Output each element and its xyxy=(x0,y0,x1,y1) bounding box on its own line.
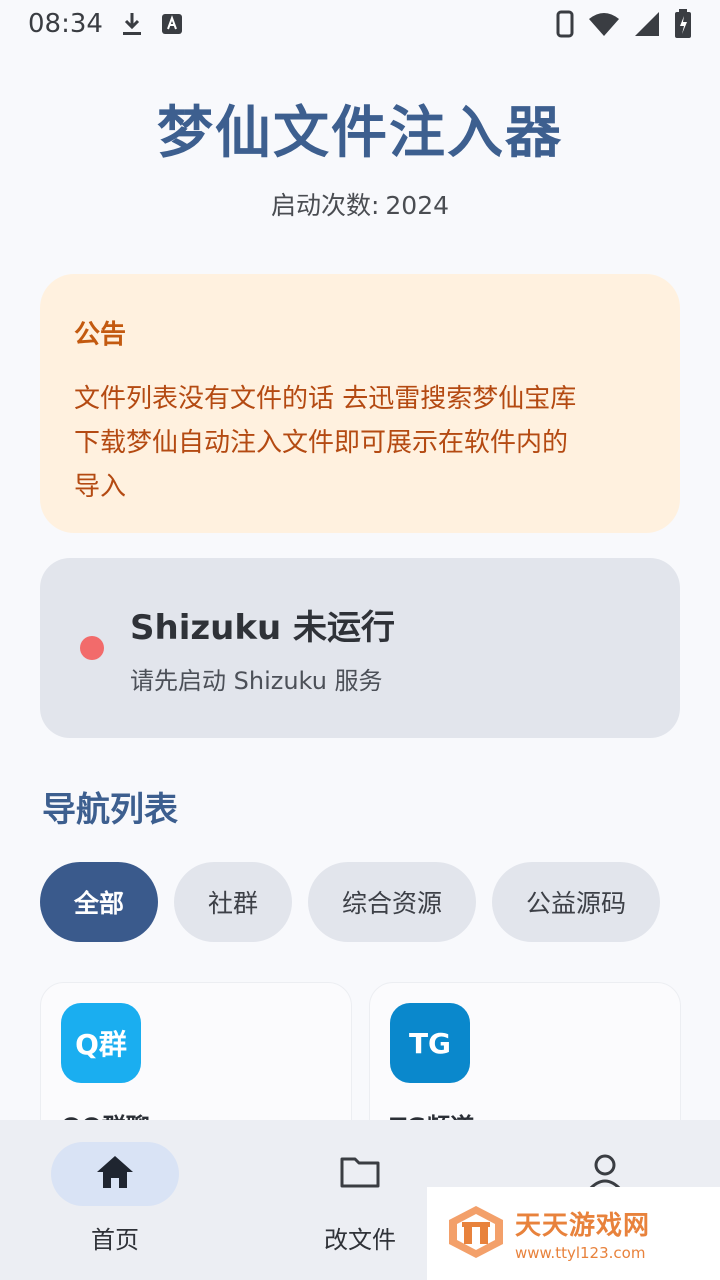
notice-title: 公告 xyxy=(74,320,127,350)
nav-home[interactable]: 首页 xyxy=(25,1142,205,1255)
qq-group-logo: Q群 xyxy=(61,1003,141,1083)
keyboard-a-icon xyxy=(161,13,183,35)
chip-resources[interactable]: 综合资源 xyxy=(308,862,477,942)
nav-home-pill xyxy=(51,1142,179,1206)
clock: 08:34 xyxy=(28,9,103,39)
launch-count-label: 启动次数: xyxy=(270,191,380,220)
nav-edit-files[interactable]: 改文件 xyxy=(270,1142,450,1255)
status-dot xyxy=(80,636,104,660)
category-chips: 全部 社群 综合资源 公益源码 xyxy=(40,862,661,942)
shizuku-status-title: Shizuku 未运行 xyxy=(130,608,395,648)
watermark-title: 天天游戏网 xyxy=(515,1211,651,1241)
home-icon xyxy=(95,1154,135,1194)
nav-edit-files-label: 改文件 xyxy=(324,1226,396,1254)
signal-icon xyxy=(634,11,660,37)
shizuku-status-card[interactable]: Shizuku 未运行 请先启动 Shizuku 服务 xyxy=(40,558,680,738)
app-title: 梦仙文件注入器 xyxy=(157,101,563,166)
chip-all[interactable]: 全部 xyxy=(40,862,159,942)
shizuku-status-subtitle: 请先启动 Shizuku 服务 xyxy=(130,667,383,695)
phone-icon xyxy=(556,10,574,38)
notice-line: 下载梦仙自动注入文件即可展示在软件内的 xyxy=(74,428,569,458)
notice-text: 文件列表没有文件的话 去迅雷搜索梦仙宝库 下载梦仙自动注入文件即可展示在软件内的… xyxy=(74,377,646,509)
notice-line: 导入 xyxy=(74,472,127,502)
status-bar: 08:34 xyxy=(0,0,720,48)
telegram-logo: TG xyxy=(390,1003,470,1083)
notice-card: 公告 文件列表没有文件的话 去迅雷搜索梦仙宝库 下载梦仙自动注入文件即可展示在软… xyxy=(40,274,680,533)
folder-icon xyxy=(339,1155,381,1193)
nav-section-title: 导航列表 xyxy=(42,790,178,830)
watermark-logo-icon xyxy=(447,1204,505,1264)
launch-count: 启动次数: 2024 xyxy=(0,186,720,222)
wifi-icon xyxy=(588,11,620,37)
watermark-url: www.ttyl123.com xyxy=(515,1244,646,1262)
nav-edit-files-pill xyxy=(296,1142,424,1206)
notice-line: 文件列表没有文件的话 去迅雷搜索梦仙宝库 xyxy=(74,384,577,414)
launch-count-value: 2024 xyxy=(385,191,450,220)
chip-community[interactable]: 社群 xyxy=(174,862,293,942)
nav-home-label: 首页 xyxy=(91,1226,139,1254)
chip-source-code[interactable]: 公益源码 xyxy=(492,862,661,942)
watermark: 天天游戏网 www.ttyl123.com xyxy=(427,1187,720,1280)
download-icon xyxy=(121,11,143,37)
battery-icon xyxy=(674,9,692,39)
